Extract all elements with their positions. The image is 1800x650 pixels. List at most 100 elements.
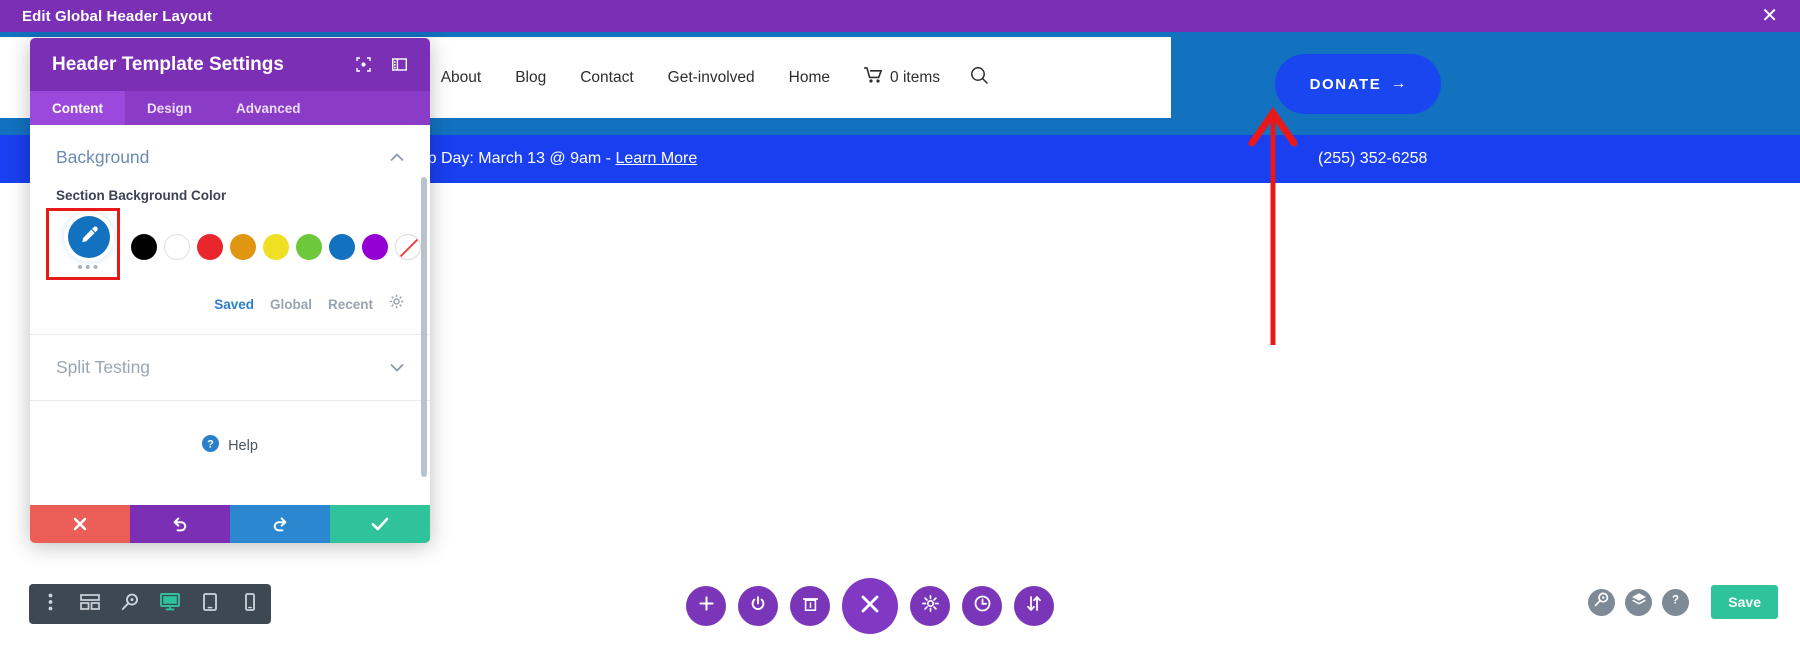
help-label: Help	[228, 438, 258, 454]
add-section-button[interactable]	[686, 586, 726, 626]
desktop-view-button[interactable]	[159, 592, 181, 616]
power-icon	[750, 595, 766, 617]
question-circle-icon: ?	[202, 435, 220, 457]
layers-button[interactable]	[1625, 588, 1653, 616]
background-section-title: Background	[56, 147, 150, 167]
trash-icon	[802, 596, 818, 617]
search-button[interactable]	[1588, 588, 1616, 616]
arrow-right-icon: →	[1390, 75, 1407, 92]
cancel-button[interactable]	[30, 505, 130, 543]
vertical-dots-icon	[48, 593, 53, 616]
color-swatch-row: •••	[46, 208, 421, 282]
expand-icon[interactable]	[350, 52, 376, 78]
tablet-icon	[203, 592, 217, 616]
swatch-blue[interactable]	[329, 234, 355, 260]
admin-bar-title: Edit Global Header Layout	[22, 7, 213, 25]
tablet-view-button[interactable]	[199, 592, 221, 616]
announcement-learn-more-link[interactable]: Learn More	[615, 150, 697, 167]
swatch-red[interactable]	[197, 234, 223, 260]
phone-icon	[245, 592, 255, 616]
announcement-text: eanup Day: March 13 @ 9am - Learn More	[392, 150, 697, 168]
swatch-white[interactable]	[164, 234, 190, 260]
header-template-settings-modal: Header Template Settings Content Design …	[30, 38, 430, 543]
split-testing-section-title: Split Testing	[56, 357, 151, 377]
nav-link-contact[interactable]: Contact	[580, 69, 633, 87]
more-options-button[interactable]	[39, 593, 61, 615]
split-testing-section: Split Testing	[30, 335, 430, 401]
background-section: Background Section Background Color ••• …	[30, 125, 430, 335]
swatch-yellow[interactable]	[263, 234, 289, 260]
preset-tab-global[interactable]: Global	[270, 297, 312, 312]
portability-button[interactable]	[1014, 586, 1054, 626]
swatch-green[interactable]	[296, 234, 322, 260]
nav-link-blog[interactable]: Blog	[515, 69, 546, 87]
phone-view-button[interactable]	[239, 592, 261, 616]
modal-body: Background Section Background Color ••• …	[30, 125, 430, 505]
swatch-transparent[interactable]	[395, 234, 421, 260]
color-picker-button[interactable]	[68, 216, 110, 258]
history-button[interactable]	[962, 586, 1002, 626]
swatch-purple[interactable]	[362, 234, 388, 260]
gear-icon	[921, 595, 939, 617]
donate-button-label: DONATE	[1309, 75, 1382, 93]
swatch-orange[interactable]	[230, 234, 256, 260]
modal-title: Header Template Settings	[52, 53, 284, 75]
background-section-header[interactable]: Background	[56, 147, 404, 168]
sort-arrows-icon	[1026, 595, 1042, 617]
toggle-builder-button[interactable]	[738, 586, 778, 626]
nav-link-get-involved[interactable]: Get-involved	[668, 69, 755, 87]
modal-tabs: Content Design Advanced	[30, 91, 430, 125]
device-preview-bar	[29, 584, 271, 624]
layers-icon	[1631, 592, 1647, 612]
magnifier-icon	[121, 593, 139, 616]
tab-advanced[interactable]: Advanced	[214, 91, 323, 125]
modal-footer	[30, 505, 430, 543]
gear-icon[interactable]	[389, 294, 404, 314]
redo-button[interactable]	[230, 505, 330, 543]
builder-toolbar	[686, 578, 1054, 634]
search-icon[interactable]	[970, 66, 989, 90]
zoom-button[interactable]	[119, 593, 141, 615]
modal-header: Header Template Settings	[30, 38, 430, 91]
delete-button[interactable]	[790, 586, 830, 626]
magnifier-icon	[1594, 592, 1609, 612]
eyedropper-icon	[80, 225, 99, 249]
plus-icon	[698, 596, 714, 616]
cart-item-count: 0 items	[890, 68, 940, 86]
wireframe-icon	[80, 593, 100, 615]
clock-icon	[974, 595, 991, 617]
wireframe-view-button[interactable]	[79, 593, 101, 615]
modal-scrollbar[interactable]	[421, 177, 427, 477]
desktop-icon	[160, 592, 180, 616]
nav-link-about[interactable]: About	[441, 69, 482, 87]
donate-button[interactable]: DONATE →	[1275, 54, 1441, 114]
color-picker-wrapper: •••	[46, 208, 122, 280]
close-x-icon	[859, 593, 881, 620]
cart-link[interactable]: 0 items	[864, 67, 940, 88]
split-testing-section-header[interactable]: Split Testing	[56, 357, 404, 378]
primary-nav: About Blog Contact Get-involved Home 0 i…	[407, 66, 1171, 90]
svg-text:?: ?	[1672, 594, 1679, 606]
builder-right-controls: ? Save	[1588, 585, 1778, 619]
settings-button[interactable]	[910, 586, 950, 626]
close-icon[interactable]: ✕	[1761, 6, 1778, 26]
section-background-color-label: Section Background Color	[56, 188, 227, 203]
color-preset-tabs: Saved Global Recent	[56, 282, 404, 334]
tab-content[interactable]: Content	[30, 91, 125, 125]
layout-columns-icon[interactable]	[386, 52, 412, 78]
color-picker-more-dots[interactable]: •••	[77, 260, 100, 275]
nav-link-home[interactable]: Home	[789, 69, 830, 87]
chevron-up-icon[interactable]	[390, 150, 404, 165]
apply-button[interactable]	[330, 505, 430, 543]
svg-text:?: ?	[207, 438, 214, 450]
tab-design[interactable]: Design	[125, 91, 214, 125]
chevron-down-icon[interactable]	[390, 360, 404, 375]
close-builder-button[interactable]	[842, 578, 898, 634]
save-button[interactable]: Save	[1711, 585, 1778, 619]
help-link[interactable]: ? Help	[30, 401, 430, 457]
preset-tab-saved[interactable]: Saved	[214, 297, 254, 312]
preset-tab-recent[interactable]: Recent	[328, 297, 373, 312]
help-button[interactable]: ?	[1662, 588, 1690, 616]
undo-button[interactable]	[130, 505, 230, 543]
swatch-black[interactable]	[131, 234, 157, 260]
